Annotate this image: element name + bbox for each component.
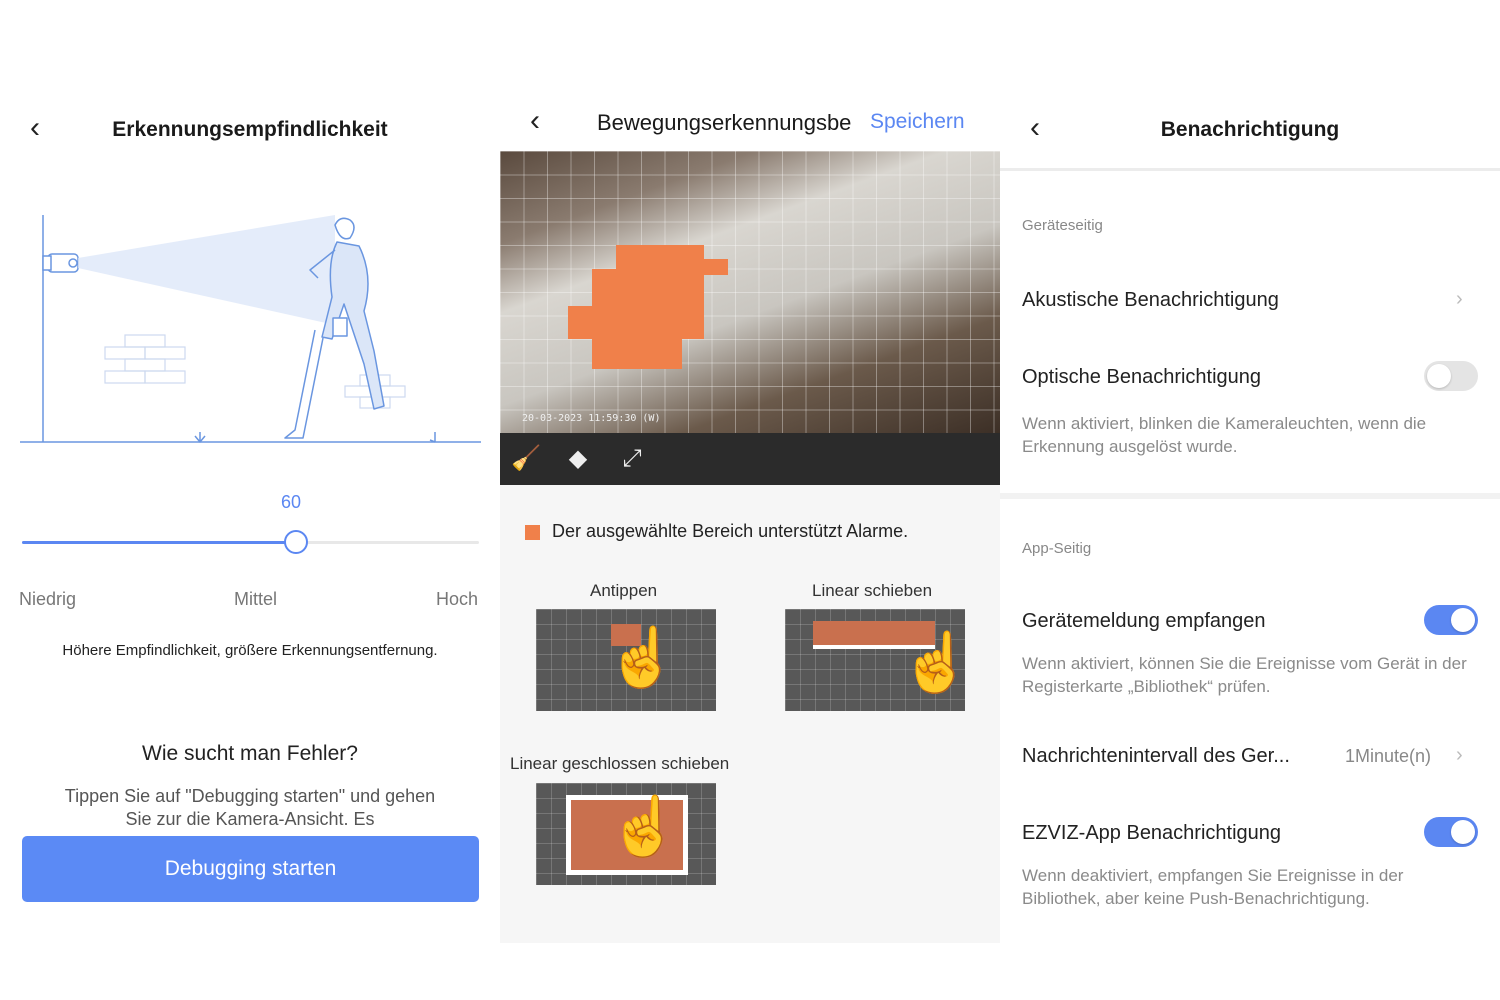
area-toolbar: 🧹 ◆ ⤢ <box>500 433 1000 485</box>
toggle-knob <box>1427 364 1451 388</box>
help-title: Wie sucht man Fehler? <box>142 742 358 765</box>
section-divider <box>1000 493 1500 499</box>
eraser-icon[interactable]: ◆ <box>562 443 594 475</box>
device-message-desc: Wenn aktiviert, können Sie die Ereigniss… <box>1022 654 1467 696</box>
demo-closed-label: Linear geschlossen schieben <box>510 754 730 773</box>
demo-tap: ☝ <box>536 609 716 711</box>
optical-notification-label: Optische Benachrichtigung <box>1022 366 1262 388</box>
sensitivity-slider[interactable] <box>22 530 479 554</box>
message-interval-value: 1Minute(n) <box>1345 746 1432 766</box>
toggle-knob <box>1451 608 1475 632</box>
optical-notification-toggle[interactable] <box>1424 361 1478 391</box>
demo-closed: ☝ <box>536 783 716 885</box>
start-debugging-button[interactable]: Debugging starten <box>22 836 479 902</box>
device-message-label: Gerätemeldung empfangen <box>1022 610 1266 632</box>
page-title: Erkennungsempfindlichkeit <box>112 118 388 141</box>
ezviz-notification-label: EZVIZ-App Benachrichtigung <box>1022 822 1282 844</box>
chevron-left-icon[interactable]: ‹ <box>530 106 540 136</box>
chevron-right-icon[interactable]: › <box>1456 744 1463 767</box>
legend-swatch <box>525 525 540 540</box>
demo-linear: ☝ <box>785 609 965 711</box>
hand-icon: ☝ <box>608 794 681 859</box>
tick-high: Hoch <box>436 589 479 609</box>
section-device: Geräteseitig <box>1022 217 1103 234</box>
chevron-right-icon[interactable]: › <box>1456 288 1463 311</box>
camera-preview[interactable]: 20-03-2023 11:59:30 (W) <box>500 151 1000 433</box>
page-title: Benachrichtigung <box>1160 118 1340 141</box>
sensitivity-panel: ‹ Erkennungsempfindlichkeit 60 Niedrig M… <box>0 0 500 1000</box>
camera-detection-illustration <box>20 215 481 443</box>
sensitivity-hint: Höhere Empfindlichkeit, größere Erkennun… <box>62 642 438 659</box>
ezviz-notification-toggle[interactable] <box>1424 817 1478 847</box>
header-divider <box>1000 168 1500 171</box>
device-message-toggle[interactable] <box>1424 605 1478 635</box>
message-interval-item[interactable]: Nachrichtenintervall des Ger... <box>1022 745 1290 768</box>
selected-zone <box>592 269 704 339</box>
page-title: Bewegungserkennungsbe <box>597 110 852 135</box>
detection-grid[interactable] <box>500 151 1000 433</box>
selected-zone <box>592 339 682 369</box>
demo-linear-label: Linear schieben <box>812 581 933 600</box>
section-app: App-Seitig <box>1022 540 1092 557</box>
tick-low: Niedrig <box>19 589 77 609</box>
camera-timestamp: 20-03-2023 11:59:30 (W) <box>522 413 661 424</box>
legend-text: Der ausgewählte Bereich unterstützt Alar… <box>552 521 909 541</box>
save-button[interactable]: Speichern <box>870 110 965 134</box>
hand-icon: ☝ <box>900 630 965 695</box>
slider-thumb[interactable] <box>284 530 308 554</box>
brush-icon[interactable]: 🧹 <box>510 443 542 475</box>
motion-area-panel: ‹ Bewegungserkennungsbe Speichern 20-03-… <box>500 0 1000 1000</box>
toggle-knob <box>1451 820 1475 844</box>
help-text: Tippen Sie auf "Debugging starten" und g… <box>64 786 436 829</box>
ezviz-notification-desc: Wenn deaktiviert, empfangen Sie Ereignis… <box>1022 866 1404 908</box>
selected-zone <box>616 245 704 269</box>
notification-panel: ‹ Benachrichtigung Geräteseitig Akustisc… <box>1000 0 1500 1000</box>
demo-tap-label: Antippen <box>590 581 658 600</box>
hand-icon: ☝ <box>606 625 679 690</box>
slider-value: 60 <box>281 492 302 512</box>
optical-notification-desc: Wenn aktiviert, blinken die Kameraleucht… <box>1022 414 1427 456</box>
selected-zone <box>704 259 728 275</box>
expand-icon[interactable]: ⤢ <box>616 443 648 475</box>
slider-fill <box>22 541 296 544</box>
selected-zone <box>568 306 592 339</box>
tick-mid: Mittel <box>234 589 278 609</box>
acoustic-notification-item[interactable]: Akustische Benachrichtigung <box>1022 289 1279 312</box>
